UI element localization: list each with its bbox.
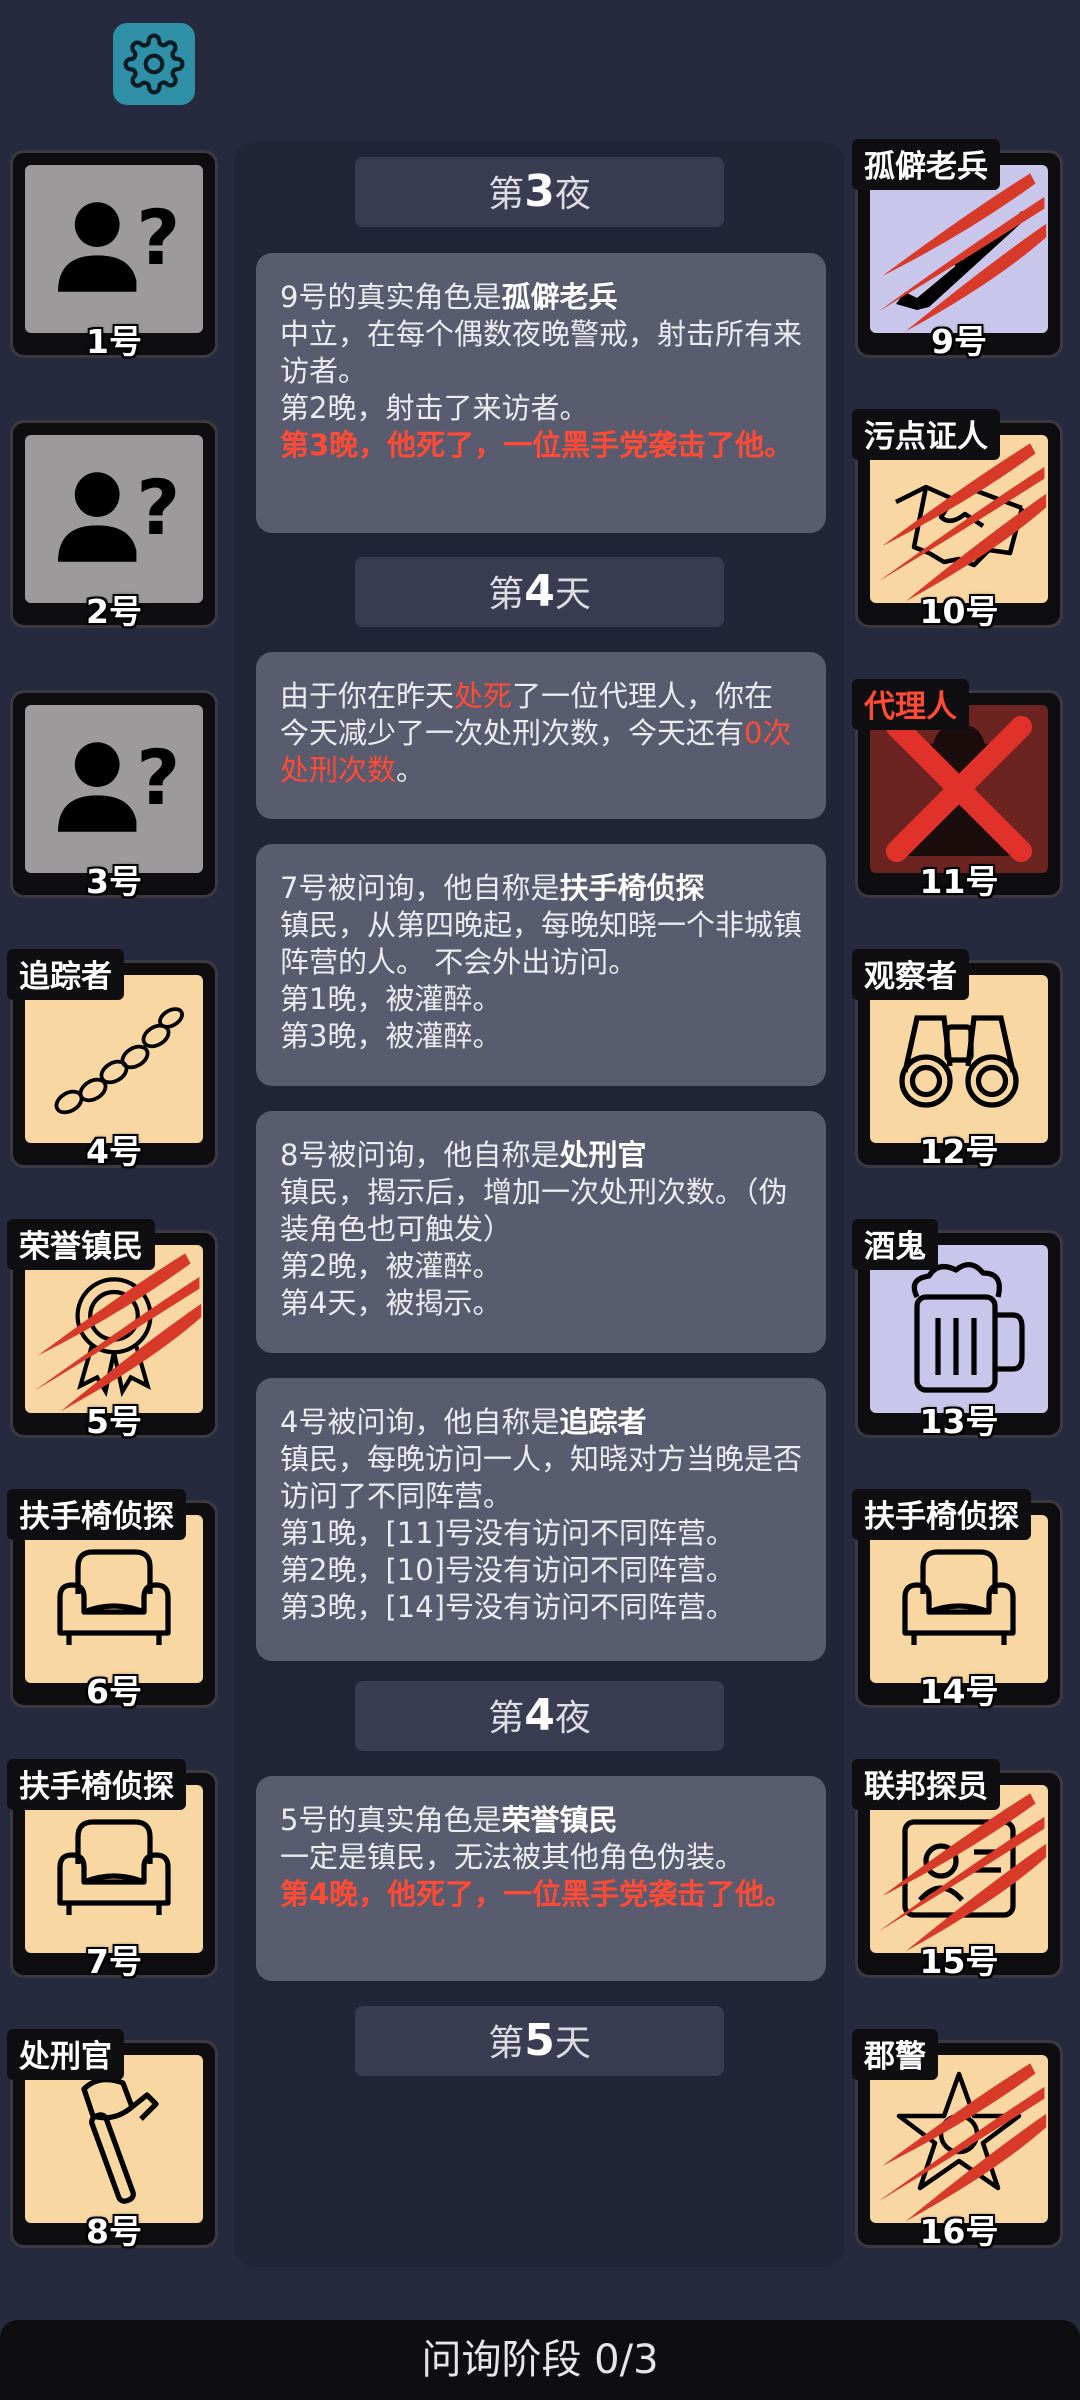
phase-header-day-5: 第5天 <box>355 2006 724 2076</box>
player-role-tag: 处刑官 <box>7 2029 124 2080</box>
player-card-13[interactable]: 酒鬼 13号 <box>852 1219 1063 1441</box>
gear-icon <box>123 33 185 95</box>
player-card-7[interactable]: 扶手椅侦探 7号 <box>7 1759 218 1981</box>
player-number: 4号 <box>86 1132 142 1171</box>
player-number: 14号 <box>919 1672 999 1711</box>
player-portrait <box>25 1245 203 1413</box>
rifle-icon <box>884 172 1034 326</box>
phase-status-bar: 问询阶段 0/3 <box>0 2320 1080 2400</box>
player-number: 16号 <box>919 2212 999 2251</box>
player-card-9[interactable]: 孤僻老兵 9号 <box>852 139 1063 361</box>
player-portrait <box>25 1515 203 1683</box>
badge-id-icon <box>884 1792 1034 1946</box>
agent-icon <box>884 712 1034 866</box>
player-portrait <box>25 1785 203 1953</box>
sheriff-star-icon <box>884 2062 1034 2216</box>
player-role-tag: 孤僻老兵 <box>852 139 1000 190</box>
phase-header-night-4: 第4夜 <box>355 1681 724 1751</box>
settings-button[interactable] <box>113 23 195 105</box>
unknown-person-icon: ? <box>44 177 184 321</box>
player-role-tag: 代理人 <box>852 679 969 730</box>
player-card-5[interactable]: 荣誉镇民 5号 <box>7 1219 218 1441</box>
player-role-tag: 联邦探员 <box>852 1759 1000 1810</box>
player-role-tag: 扶手椅侦探 <box>7 1489 186 1540</box>
unknown-person-icon: ? <box>44 447 184 591</box>
player-card-10[interactable]: 污点证人 10号 <box>852 409 1063 631</box>
player-portrait: ? <box>25 165 203 333</box>
medal-icon <box>44 1257 184 1401</box>
log-message-question-7: 7号被问询，他自称是扶手椅侦探 镇民，从第四晚起，每晚知晓一个非城镇阵营的人。 … <box>256 844 826 1086</box>
beer-mug-icon <box>884 1252 1034 1406</box>
armchair-icon <box>39 1522 189 1676</box>
player-card-3[interactable]: ? 3号 <box>10 690 218 901</box>
player-portrait <box>870 705 1048 873</box>
player-card-12[interactable]: 观察者 12号 <box>852 949 1063 1171</box>
player-portrait <box>870 1245 1048 1413</box>
player-number: 8号 <box>86 2212 142 2251</box>
player-card-4[interactable]: 追踪者 4号 <box>7 949 218 1171</box>
player-role-tag: 荣誉镇民 <box>7 1219 155 1270</box>
handshake-icon <box>884 442 1034 596</box>
footprints-icon <box>39 982 189 1136</box>
log-message-reveal-5: 5号的真实角色是荣誉镇民 一定是镇民，无法被其他角色伪装。 第4晚，他死了，一位… <box>256 1776 826 1981</box>
player-card-15[interactable]: 联邦探员 15号 <box>852 1759 1063 1981</box>
player-role-tag: 观察者 <box>852 949 969 1000</box>
player-card-11[interactable]: 代理人 11号 <box>852 679 1063 901</box>
svg-text:?: ? <box>136 464 180 552</box>
player-number: 11号 <box>919 862 999 901</box>
player-card-2[interactable]: ? 2号 <box>10 420 218 631</box>
svg-text:?: ? <box>136 734 180 822</box>
log-message-question-8: 8号被问询，他自称是处刑官 镇民，揭示后，增加一次处刑次数。（伪装角色也可触发）… <box>256 1111 826 1353</box>
player-number: 5号 <box>86 1402 142 1441</box>
player-number: 3号 <box>86 862 142 901</box>
player-portrait: ? <box>25 435 203 603</box>
player-number: 13号 <box>919 1402 999 1441</box>
player-card-14[interactable]: 扶手椅侦探 14号 <box>852 1489 1063 1711</box>
player-number: 6号 <box>86 1672 142 1711</box>
player-portrait: ? <box>25 705 203 873</box>
player-portrait <box>870 165 1048 333</box>
player-portrait <box>870 1515 1048 1683</box>
axe-icon <box>39 2062 189 2216</box>
player-portrait <box>870 975 1048 1143</box>
binoculars-icon <box>884 982 1034 1136</box>
player-role-tag: 酒鬼 <box>852 1219 938 1270</box>
armchair-icon <box>39 1792 189 1946</box>
player-card-1[interactable]: ? 1号 <box>10 150 218 361</box>
player-role-tag: 扶手椅侦探 <box>852 1489 1031 1540</box>
game-log-panel[interactable]: 第3夜 9号的真实角色是孤僻老兵 中立，在每个偶数夜晚警戒，射击所有来访者。 第… <box>234 142 844 2267</box>
player-number: 9号 <box>931 322 987 361</box>
player-card-8[interactable]: 处刑官 8号 <box>7 2029 218 2251</box>
player-role-tag: 扶手椅侦探 <box>7 1759 186 1810</box>
player-card-6[interactable]: 扶手椅侦探 6号 <box>7 1489 218 1711</box>
svg-text:?: ? <box>136 194 180 282</box>
player-number: 15号 <box>919 1942 999 1981</box>
player-role-tag: 污点证人 <box>852 409 1000 460</box>
player-portrait <box>870 2055 1048 2223</box>
player-number: 1号 <box>86 322 142 361</box>
log-message-question-4: 4号被问询，他自称是追踪者 镇民，每晚访问一人，知晓对方当晚是否访问了不同阵营。… <box>256 1378 826 1661</box>
player-portrait <box>870 1785 1048 1953</box>
phase-header-night-3: 第3夜 <box>355 157 724 227</box>
player-number: 7号 <box>86 1942 142 1981</box>
armchair-icon <box>884 1522 1034 1676</box>
player-number: 12号 <box>919 1132 999 1171</box>
player-portrait <box>870 435 1048 603</box>
player-portrait <box>25 975 203 1143</box>
player-card-16[interactable]: 郡警 16号 <box>852 2029 1063 2251</box>
player-number: 2号 <box>86 592 142 631</box>
unknown-person-icon: ? <box>44 717 184 861</box>
phase-status-label: 问询阶段 0/3 <box>421 2337 659 2383</box>
player-role-tag: 郡警 <box>852 2029 938 2080</box>
phase-header-day-4: 第4天 <box>355 557 724 627</box>
player-number: 10号 <box>919 592 999 631</box>
player-portrait <box>25 2055 203 2223</box>
log-message-reveal-9: 9号的真实角色是孤僻老兵 中立，在每个偶数夜晚警戒，射击所有来访者。 第2晚，射… <box>256 253 826 533</box>
log-message-execution: 由于你在昨天处死了一位代理人，你在今天减少了一次处刑次数，今天还有0次处刑次数。 <box>256 652 826 819</box>
player-role-tag: 追踪者 <box>7 949 124 1000</box>
